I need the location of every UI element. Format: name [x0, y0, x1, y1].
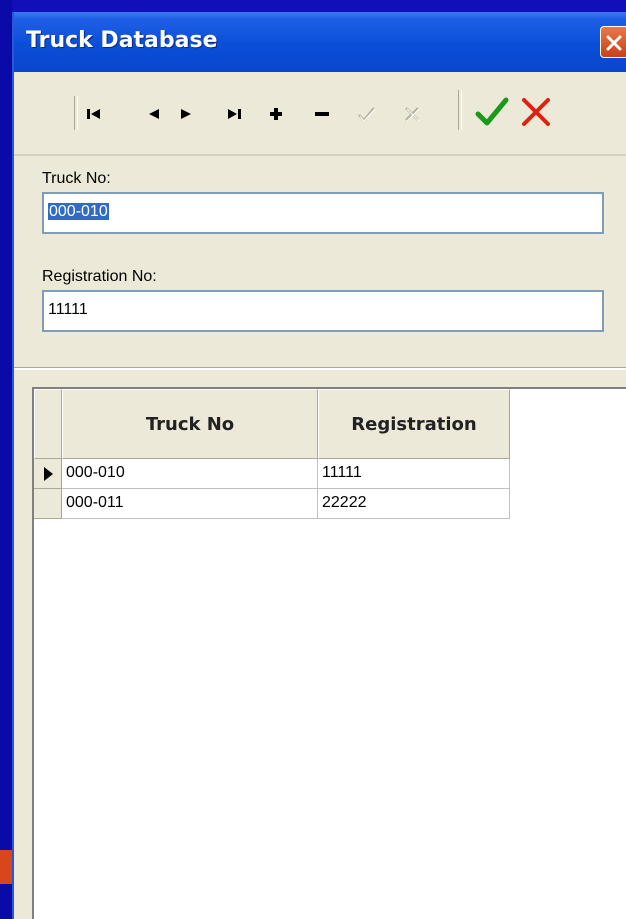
first-record-button[interactable] [80, 100, 108, 128]
red-x-icon [522, 98, 550, 126]
cancel-edit-button[interactable] [398, 100, 426, 128]
registration-no-label: Registration No: [42, 268, 157, 285]
toolbar-separator [74, 96, 78, 130]
desktop-background [0, 0, 12, 919]
ok-button[interactable] [472, 92, 512, 132]
records-grid[interactable]: Truck No Registration 000-010 11111 000-… [32, 387, 626, 919]
cell-registration[interactable]: 11111 [318, 459, 510, 489]
cell-registration[interactable]: 22222 [318, 489, 510, 519]
title-bar[interactable]: Truck Database [14, 12, 626, 72]
post-edit-button[interactable] [352, 100, 380, 128]
x-icon [405, 107, 420, 122]
table-row[interactable]: 000-011 22222 [34, 489, 510, 519]
truck-no-input[interactable]: 000-010 [42, 192, 604, 234]
cancel-button[interactable] [516, 92, 556, 132]
cell-truck-no[interactable]: 000-010 [62, 459, 318, 489]
row-indicator [34, 459, 62, 489]
insert-record-button[interactable] [262, 100, 290, 128]
navigator-toolbar [14, 72, 626, 156]
next-record-icon [181, 109, 191, 119]
check-icon [358, 107, 376, 122]
next-record-button[interactable] [172, 100, 200, 128]
grid-header: Truck No Registration [34, 389, 510, 459]
prior-record-button[interactable] [140, 100, 168, 128]
truck-no-value: 000-010 [48, 203, 109, 220]
close-button[interactable] [600, 26, 626, 58]
registration-no-input[interactable]: 11111 [42, 290, 604, 332]
last-record-button[interactable] [220, 100, 248, 128]
prior-record-icon [149, 109, 159, 119]
table-row[interactable]: 000-010 11111 [34, 459, 510, 489]
window-title: Truck Database [26, 28, 218, 53]
current-row-arrow-icon [43, 466, 53, 481]
green-check-icon [475, 97, 509, 126]
toolbar-separator [458, 90, 462, 130]
registration-no-value: 11111 [48, 301, 88, 318]
truck-database-window: Truck Database Truck No: 000-010 Registr… [12, 12, 626, 919]
desktop-accent [0, 850, 12, 884]
indicator-header [34, 389, 62, 459]
first-record-icon [87, 109, 100, 119]
truck-no-label: Truck No: [42, 170, 111, 187]
close-icon [606, 35, 622, 51]
cell-truck-no[interactable]: 000-011 [62, 489, 318, 519]
plus-icon [270, 108, 282, 120]
delete-record-button[interactable] [308, 100, 336, 128]
column-header-registration[interactable]: Registration [318, 389, 510, 459]
row-indicator [34, 489, 62, 519]
panel-divider [14, 367, 626, 370]
minus-icon [315, 112, 329, 116]
last-record-icon [228, 109, 241, 119]
column-header-truck-no[interactable]: Truck No [62, 389, 318, 459]
